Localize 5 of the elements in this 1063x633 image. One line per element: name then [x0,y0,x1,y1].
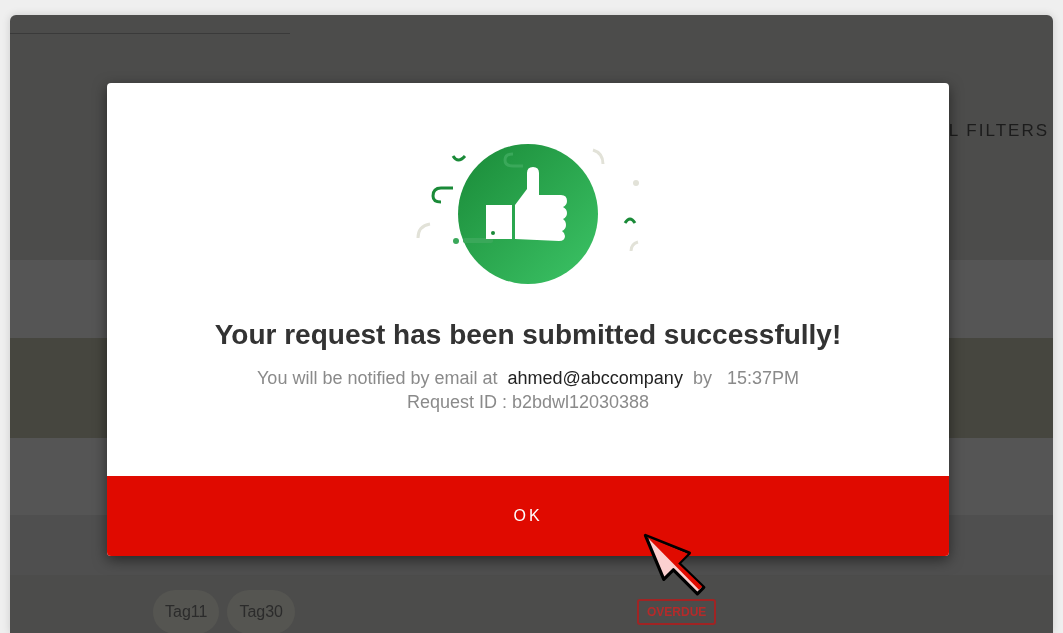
notification-message: You will be notified by email at ahmed@abccompany by 15:37PM [256,366,800,390]
request-id-text: Request ID : b2bdwl12030388 [405,390,651,414]
dialog-title: Your request has been submitted successfully! [213,318,843,352]
status-badge: OVERDUE [637,599,717,625]
mouse-pointer-icon [643,533,707,597]
